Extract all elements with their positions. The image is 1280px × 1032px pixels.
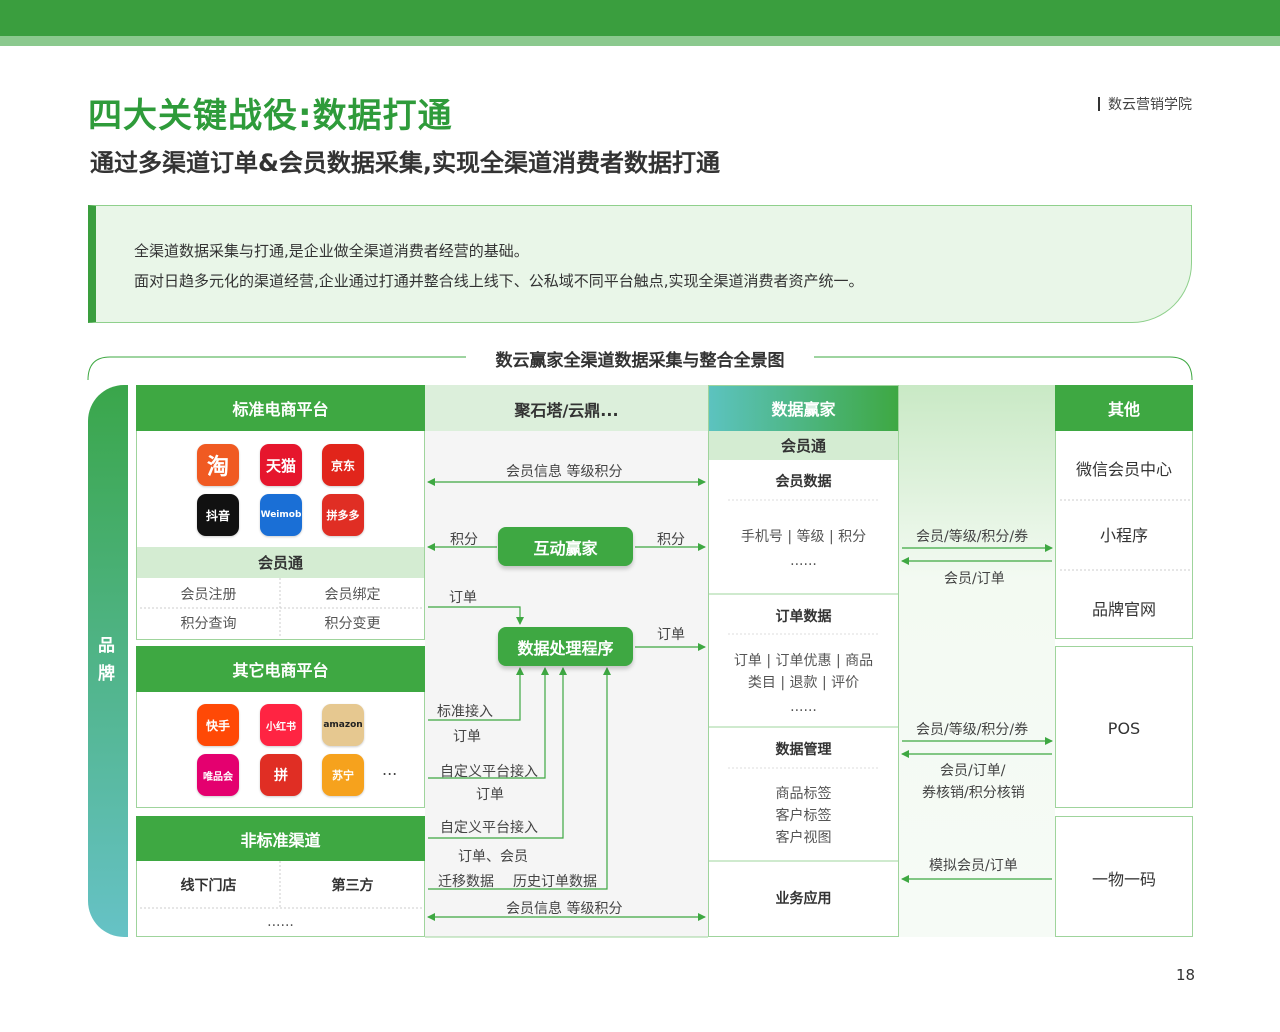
pos: POS: [1107, 718, 1141, 738]
label-member-info-bottom: 会员信息 等级积分: [506, 901, 623, 917]
label-order-a: 订单: [453, 729, 481, 745]
brand-side-bar: 品 牌: [88, 385, 128, 937]
weimob-app-icon: Weimob: [260, 494, 302, 536]
label-custom-access-a: 自定义平台接入: [440, 764, 538, 780]
label-points-left: 积分: [450, 532, 478, 548]
amazon-app-icon: amazon: [322, 704, 364, 746]
member-data-text: 手机号 | 等级 | 积分: [740, 529, 867, 545]
side-label-2: 牌: [98, 664, 115, 684]
tmall-app-icon: 天猫: [260, 444, 302, 486]
order-data-text-2: 类目 | 退款 | 评价: [747, 675, 860, 691]
more-apps-ellipsis: ...: [382, 760, 398, 779]
member-data-title: 会员数据: [775, 474, 832, 490]
label-migrate: 迁移数据: [438, 874, 494, 890]
biz-app-title: 业务应用: [775, 891, 832, 907]
col4-label-2: 会员/订单: [944, 571, 1005, 587]
offline-store: 线下门店: [180, 878, 237, 894]
taobao-app-icon: 淘: [197, 444, 239, 486]
jd-app-icon: 京东: [322, 444, 364, 486]
member-register: 会员注册: [180, 587, 237, 603]
third-party: 第三方: [331, 878, 374, 894]
nonstd-channel-header: 非标准渠道: [136, 816, 425, 861]
data-winner-member-tong: 会员通: [709, 431, 898, 460]
col4-label-1: 会员/等级/积分/券: [916, 529, 1029, 545]
order-data-text-1: 订单 | 订单优惠 | 商品: [733, 653, 874, 669]
vipshop-app-icon: 唯品会: [197, 754, 239, 796]
col4-label-4: 会员/订单/: [940, 763, 1006, 779]
std-ecommerce-header: 标准电商平台: [136, 385, 425, 431]
suning-app-icon: 苏宁: [322, 754, 364, 796]
xiaohongshu-app-icon: 小红书: [260, 704, 302, 746]
label-member-info-top: 会员信息 等级积分: [506, 464, 623, 480]
page-number: 18: [1176, 966, 1196, 984]
data-winner-header: 数据赢家: [771, 400, 836, 419]
member-tong-header: 会员通: [137, 547, 424, 578]
points-query: 积分查询: [180, 616, 237, 632]
label-history: 历史订单数据: [513, 874, 597, 890]
points-change: 积分变更: [324, 616, 381, 632]
one-item-one-code: 一物一码: [1091, 870, 1156, 889]
jushita-header: 聚石塔/云鼎...: [514, 400, 619, 420]
mini-program: 小程序: [1099, 526, 1148, 545]
data-mgmt-item-2: 客户标签: [775, 808, 832, 824]
diagram-title: 数云赢家全渠道数据采集与整合全景图: [495, 351, 785, 371]
data-mgmt-item-3: 客户视图: [775, 830, 832, 846]
data-mgmt-title: 数据管理: [775, 742, 832, 758]
label-custom-access-b: 自定义平台接入: [440, 820, 538, 836]
interact-winner-node: 互动赢家: [498, 527, 633, 566]
brand-website: 品牌官网: [1091, 600, 1156, 619]
data-mgmt-item-1: 商品标签: [775, 786, 832, 802]
douyin-app-icon: 抖音: [197, 494, 239, 536]
label-order-member: 订单、会员: [458, 849, 528, 865]
nonstd-more: ......: [267, 914, 294, 930]
pdd-alt-app-icon: 拼: [260, 754, 302, 796]
order-data-more: ......: [790, 699, 817, 715]
order-data-title: 订单数据: [775, 609, 832, 625]
col4-label-6: 模拟会员/订单: [929, 858, 1018, 874]
label-order-b: 订单: [476, 787, 504, 803]
data-process-node: 数据处理程序: [498, 627, 633, 666]
label-std-access: 标准接入: [437, 704, 493, 720]
label-points-right: 积分: [657, 532, 685, 548]
member-bind: 会员绑定: [324, 587, 381, 603]
col4-label-5: 券核销/积分核销: [922, 785, 1025, 801]
label-order-left: 订单: [449, 590, 477, 606]
other-header: 其他: [1055, 385, 1193, 431]
pinduoduo-app-icon: 拼多多: [322, 494, 364, 536]
wechat-member-center: 微信会员中心: [1075, 460, 1172, 479]
col4-label-3: 会员/等级/积分/券: [916, 722, 1029, 738]
label-order-right: 订单: [657, 627, 685, 643]
kuaishou-app-icon: 快手: [197, 704, 239, 746]
side-label-1: 品: [98, 636, 115, 656]
other-ecommerce-header: 其它电商平台: [136, 646, 425, 692]
member-data-more: ......: [790, 553, 817, 569]
